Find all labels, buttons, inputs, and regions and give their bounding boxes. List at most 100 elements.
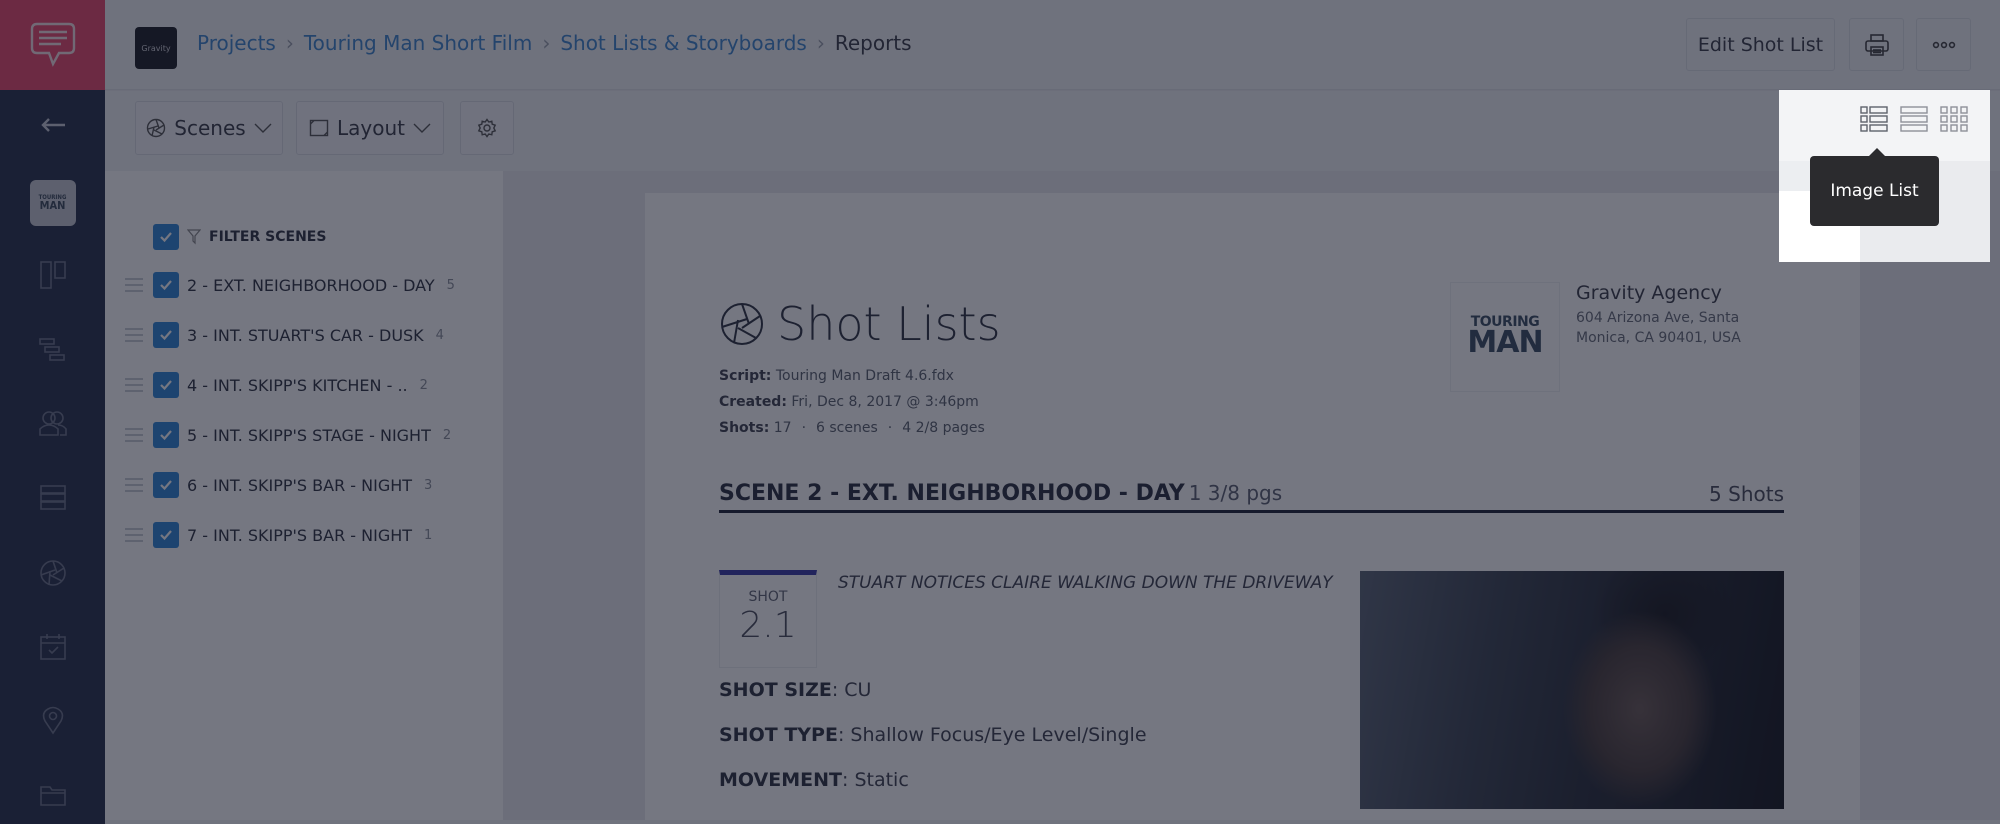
pages-count: 4 2/8 pages [902,420,985,436]
schedule-stripboard-icon [38,338,65,361]
breadcrumb-shot-lists[interactable]: Shot Lists & Storyboards [560,31,807,55]
view-tooltip: Image List [1810,148,1939,226]
company-info: Gravity Agency 604 Arizona Ave, Santa Mo… [1576,282,1756,348]
shots-value: 17 [773,420,792,436]
nav-locations[interactable] [0,690,105,750]
script-meta: Script: Touring Man Draft 4.6.fdx [719,368,954,384]
view-switcher [1860,105,1968,133]
shot-list-aperture-icon [39,560,66,586]
nav-storyboard[interactable] [0,245,105,305]
location-pin-icon [42,706,63,735]
company-address-line2: Monica, CA 90401, USA [1576,330,1741,346]
scene-filter-item[interactable]: 3 - INT. STUART'S CAR - DUSK 4 [125,321,444,349]
scenes-dropdown[interactable]: Scenes [135,101,283,155]
breadcrumb-projects[interactable]: Projects [197,31,276,55]
report-area: Shot Lists Script: Touring Man Draft 4.6… [503,171,2000,824]
checkmark-icon [160,380,172,391]
filter-scenes-header: FILTER SCENES [153,224,326,250]
movement-field: MOVEMENT: Static [719,769,909,791]
filter-all-checkbox[interactable] [153,224,179,250]
report-title-text: Shot Lists [777,297,1001,351]
nav-cast[interactable] [0,393,105,453]
view-list-button[interactable] [1900,105,1928,133]
scene-shot-count: 3 [424,477,433,493]
layout-dropdown[interactable]: Layout [296,101,444,155]
company-address-line1: 604 Arizona Ave, Santa [1576,310,1740,326]
nav-calendar[interactable] [0,617,105,677]
shot-number: 2.1 [739,605,797,646]
nav-files[interactable] [0,765,105,824]
printer-icon [1864,33,1889,56]
scene-label: 6 - INT. SKIPP'S BAR - NIGHT [187,475,413,495]
drag-handle-icon[interactable] [125,528,143,542]
scene-shot-count: 2 [419,377,428,393]
shot-number-badge: SHOT 2.1 [719,570,817,668]
top-header: Gravity Projects › Touring Man Short Fil… [105,0,2000,90]
scene-label: 4 - INT. SKIPP'S KITCHEN - .. [187,375,408,395]
back-button[interactable] [0,95,105,155]
app-logo[interactable] [0,0,105,90]
checkmark-icon [160,430,172,441]
company-logo: TOURING MAN [1450,282,1560,392]
nav-stripboard[interactable] [0,320,105,380]
scene-filter-item[interactable]: 6 - INT. SKIPP'S BAR - NIGHT 3 [125,471,432,499]
view-image-list-button[interactable] [1860,105,1888,133]
nav-breakdown[interactable] [0,468,105,528]
org-logo-text: Gravity [141,43,171,53]
more-options-button[interactable] [1916,18,1971,71]
scene-checkbox[interactable] [153,372,179,398]
org-logo[interactable]: Gravity [135,27,177,69]
nav-shot-lists[interactable] [0,543,105,603]
folder-icon [39,786,66,806]
shot-frame-image[interactable] [1360,571,1784,809]
scene-pages: 1 3/8 pgs [1188,481,1283,505]
grid-icon [1940,106,1968,132]
drag-handle-icon[interactable] [125,278,143,292]
chevron-right-icon: › [542,31,551,55]
drag-handle-icon[interactable] [125,328,143,342]
company-logo-line2: MAN [1467,325,1543,361]
scene-checkbox[interactable] [153,472,179,498]
scene-title-text: SCENE 2 - EXT. NEIGHBORHOOD - DAY [719,481,1185,506]
scene-checkbox[interactable] [153,322,179,348]
bottom-bar [105,820,2000,824]
layout-icon [309,119,329,137]
checkmark-icon [160,280,172,291]
scene-label: 2 - EXT. NEIGHBORHOOD - DAY [187,275,435,295]
scene-checkbox[interactable] [153,422,179,448]
scene-checkbox[interactable] [153,522,179,548]
script-label: Script: [719,368,772,384]
scene-shot-count: 5 [446,277,455,293]
scene-filter-item[interactable]: 7 - INT. SKIPP'S BAR - NIGHT 1 [125,521,432,549]
view-grid-button[interactable] [1940,105,1968,133]
scene-checkbox[interactable] [153,272,179,298]
storyboard-icon [39,261,66,289]
settings-button[interactable] [460,101,514,155]
shot-description: STUART NOTICES CLAIRE WALKING DOWN THE D… [838,573,1333,593]
filter-scenes-label: FILTER SCENES [209,229,327,245]
edit-shot-list-button[interactable]: Edit Shot List [1686,18,1835,71]
field-label: SHOT TYPE [719,724,838,746]
breakdown-list-icon [39,485,66,510]
speech-bubble-logo-icon [30,22,75,67]
checkmark-icon [160,330,172,341]
drag-handle-icon[interactable] [125,378,143,392]
shots-label: Shots: [719,420,770,436]
scene-filter-item[interactable]: 2 - EXT. NEIGHBORHOOD - DAY 5 [125,271,455,299]
drag-handle-icon[interactable] [125,478,143,492]
scenes-dropdown-label: Scenes [174,116,246,140]
scene-shot-count: 5 Shots [1709,482,1784,506]
project-logo-line2: MAN [39,198,66,212]
scene-filter-item[interactable]: 4 - INT. SKIPP'S KITCHEN - .. 2 [125,371,428,399]
breadcrumb-project[interactable]: Touring Man Short Film [304,31,532,55]
drag-handle-icon[interactable] [125,428,143,442]
scene-shot-count: 4 [435,327,444,343]
print-button[interactable] [1849,18,1904,71]
project-thumbnail[interactable]: TOURING MAN [0,173,105,233]
more-dots-icon [1932,41,1955,48]
chevron-right-icon: › [285,31,294,55]
view-switcher-spotlight: Image List [1779,90,1990,262]
scene-filter-panel: FILTER SCENES 2 - EXT. NEIGHBORHOOD - DA… [105,171,503,824]
arrow-left-icon [40,118,65,132]
scene-filter-item[interactable]: 5 - INT. SKIPP'S STAGE - NIGHT 2 [125,421,451,449]
